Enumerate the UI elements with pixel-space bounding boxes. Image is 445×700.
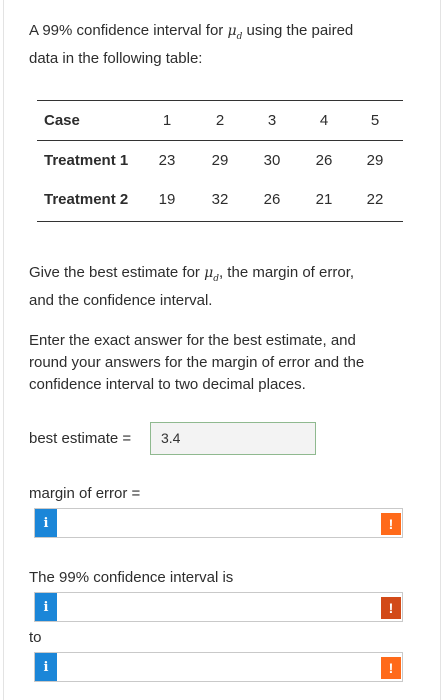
- info-icon[interactable]: i: [35, 509, 57, 537]
- ci-lower-field[interactable]: i !: [34, 592, 403, 622]
- case-number: 3: [267, 112, 277, 129]
- table-cell: 21: [315, 191, 333, 208]
- warning-icon[interactable]: !: [381, 597, 401, 619]
- margin-of-error-field[interactable]: i !: [34, 508, 403, 538]
- case-header: Case: [44, 112, 80, 129]
- prompt-rounding: Enter the exact answer for the best esti…: [29, 332, 365, 393]
- table-cell: 26: [263, 191, 281, 208]
- ci-to-label: to: [29, 629, 42, 646]
- table-cell: 30: [263, 152, 281, 169]
- margin-of-error-label: margin of error =: [29, 485, 141, 502]
- question-card: A 99% confidence interval for μd using t…: [3, 0, 441, 700]
- row-label-treatment-2: Treatment 2: [44, 191, 129, 208]
- ci-upper-field[interactable]: i !: [34, 652, 403, 682]
- case-number: 2: [215, 112, 225, 129]
- table-divider: [37, 140, 403, 141]
- case-number: 1: [162, 112, 172, 129]
- ci-label: The 99% confidence interval is: [29, 569, 234, 586]
- table-cell: 29: [366, 152, 384, 169]
- table-cell: 29: [211, 152, 229, 169]
- table-cell: 19: [158, 191, 176, 208]
- best-estimate-label: best estimate =: [29, 430, 132, 447]
- table-cell: 32: [211, 191, 229, 208]
- prompt-best-estimate: Give the best estimate for μd, the margi…: [29, 264, 355, 309]
- table-cell: 22: [366, 191, 384, 208]
- info-icon[interactable]: i: [35, 653, 57, 681]
- best-estimate-field[interactable]: 3.4: [150, 422, 316, 455]
- warning-icon[interactable]: !: [381, 657, 401, 679]
- case-number: 5: [370, 112, 380, 129]
- question-intro: A 99% confidence interval for μd using t…: [29, 22, 354, 67]
- table-cell: 26: [315, 152, 333, 169]
- paired-data-table: Case 1 2 3 4 5 Treatment 1 23 29 30 26 2…: [37, 100, 403, 222]
- info-icon[interactable]: i: [35, 593, 57, 621]
- case-number: 4: [319, 112, 329, 129]
- mu-d-symbol: μd: [227, 23, 243, 42]
- warning-icon[interactable]: !: [381, 513, 401, 535]
- row-label-treatment-1: Treatment 1: [44, 152, 129, 169]
- mu-d-symbol: μd: [204, 265, 219, 284]
- table-cell: 23: [158, 152, 176, 169]
